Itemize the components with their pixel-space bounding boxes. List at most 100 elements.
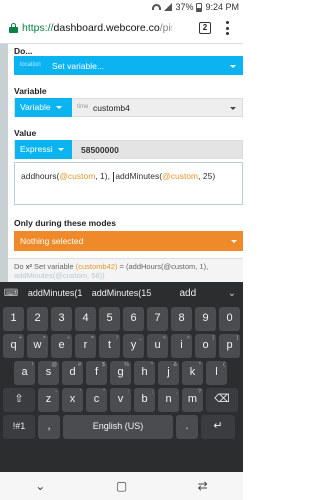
key-label: 5 xyxy=(106,312,113,324)
shift-key[interactable]: ⇧ xyxy=(3,388,35,412)
keyboard-settings-icon[interactable]: ⌨ xyxy=(0,288,22,299)
key-label: c xyxy=(93,393,100,405)
key-1[interactable]: 1 xyxy=(3,307,24,331)
key-secondary-label: ! xyxy=(31,362,33,368)
key-y[interactable]: y _ xyxy=(123,334,144,358)
comma-key[interactable]: , xyxy=(38,415,60,439)
chevron-down-icon xyxy=(55,106,62,110)
expr-end-2: , 25) xyxy=(198,171,216,181)
variable-name[interactable]: customb4 xyxy=(93,99,130,117)
key-z[interactable]: z- xyxy=(38,388,59,412)
set-variable-dropdown[interactable]: location Set variable... xyxy=(14,56,243,75)
key-h[interactable]: h ^ xyxy=(134,361,155,385)
location-prefix: location xyxy=(20,62,41,68)
key-secondary-label: + xyxy=(18,335,22,341)
key-secondary-label: @ xyxy=(51,362,57,368)
key-label: v xyxy=(117,393,124,405)
statement-x: x² xyxy=(25,262,32,271)
key-v[interactable]: v: xyxy=(110,388,131,412)
key-f[interactable]: f $ xyxy=(86,361,107,385)
key-label: m xyxy=(187,393,198,405)
key-secondary-label: % xyxy=(124,362,129,368)
key-i[interactable]: i > xyxy=(171,334,192,358)
backspace-key[interactable]: ⌫ xyxy=(206,388,238,412)
key-a[interactable]: a! xyxy=(14,361,35,385)
modes-dropdown[interactable]: Nothing selected xyxy=(14,231,243,251)
key-label: p xyxy=(226,339,233,351)
key-label: f xyxy=(94,366,99,378)
back-icon[interactable]: ⌄ xyxy=(35,479,45,493)
key-x[interactable]: x ' xyxy=(62,388,83,412)
key-label: o xyxy=(202,339,209,351)
key-label: 2 xyxy=(34,312,41,324)
value-type-button[interactable]: Expressi xyxy=(15,140,72,159)
address-bar[interactable]: https://dashboard.webcore.co/pisto xyxy=(22,22,172,34)
key-label: 6 xyxy=(130,312,137,324)
tab-switcher-button[interactable]: 2 xyxy=(199,22,211,34)
key-p[interactable]: p] xyxy=(219,334,240,358)
statement-text: Set variable xyxy=(34,262,74,271)
key-5[interactable]: 5 xyxy=(99,307,120,331)
key-7[interactable]: 7 xyxy=(147,307,168,331)
key-label: 0 xyxy=(226,312,233,324)
variable-type-label: Variable xyxy=(20,102,51,112)
expression-input[interactable]: addhours(@custom, 1), addMinutes(@custom… xyxy=(14,162,243,205)
modes-label: Only during these modes xyxy=(14,218,117,228)
collapse-icon[interactable]: ⌄ xyxy=(221,288,243,299)
symbols-key[interactable]: !#1 xyxy=(3,415,35,439)
key-e[interactable]: e ÷ xyxy=(51,334,72,358)
key-9[interactable]: 9 xyxy=(195,307,216,331)
key-l[interactable]: l( xyxy=(206,361,227,385)
battery-percent: 37% xyxy=(175,2,194,12)
suggestion-1[interactable]: addMinutes(1 xyxy=(22,288,88,298)
key-r[interactable]: r = xyxy=(75,334,96,358)
do-label: Do... xyxy=(14,46,33,56)
key-0[interactable]: 0 xyxy=(219,307,240,331)
key-secondary-label: ] xyxy=(236,335,238,341)
key-secondary-label: [ xyxy=(212,335,214,341)
key-secondary-label: & xyxy=(173,362,177,368)
key-b[interactable]: b; xyxy=(134,388,155,412)
key-8[interactable]: 8 xyxy=(171,307,192,331)
key-t[interactable]: t / xyxy=(99,334,120,358)
key-secondary-label: * xyxy=(198,362,201,368)
key-c[interactable]: c " xyxy=(86,388,107,412)
key-3[interactable]: 3 xyxy=(51,307,72,331)
key-s[interactable]: s @ xyxy=(38,361,59,385)
statement-line2: addMinutes(@custom, 58)) xyxy=(14,271,105,280)
key-4[interactable]: 4 xyxy=(75,307,96,331)
recents-icon[interactable]: ⇄ xyxy=(198,479,208,493)
chevron-down-icon xyxy=(230,65,236,68)
key-label: e xyxy=(58,339,65,351)
variable-type-button[interactable]: Variable xyxy=(15,98,72,117)
key-u[interactable]: u < xyxy=(147,334,168,358)
key-n[interactable]: n, xyxy=(158,388,179,412)
period-key[interactable]: . xyxy=(176,415,198,439)
key-label: u xyxy=(154,339,161,351)
suggestion-2[interactable]: addMinutes(15 xyxy=(88,288,154,298)
key-m[interactable]: m? xyxy=(182,388,203,412)
key-o[interactable]: o[ xyxy=(195,334,216,358)
key-6[interactable]: 6 xyxy=(123,307,144,331)
home-icon[interactable]: ▢ xyxy=(116,479,127,493)
overflow-menu-icon[interactable] xyxy=(226,21,230,35)
value-row: Expressi 58500000 xyxy=(14,140,243,159)
key-k[interactable]: k * xyxy=(182,361,203,385)
key-secondary-label: ^ xyxy=(150,362,153,368)
browser-toolbar: https://dashboard.webcore.co/pisto 2 xyxy=(0,14,243,44)
key-d[interactable]: d # xyxy=(62,361,83,385)
key-label: a xyxy=(21,366,28,378)
suggestion-3[interactable]: add xyxy=(155,288,221,299)
expr-func-1: addhours( xyxy=(21,171,60,181)
status-bar: 37% 9:24 PM xyxy=(0,0,243,14)
space-key[interactable]: English (US) xyxy=(63,415,173,439)
key-w[interactable]: w × xyxy=(27,334,48,358)
key-2[interactable]: 2 xyxy=(27,307,48,331)
key-j[interactable]: j & xyxy=(158,361,179,385)
statement-var: (customb42) xyxy=(75,262,118,271)
key-g[interactable]: g% xyxy=(110,361,131,385)
enter-key[interactable]: ↵ xyxy=(201,415,235,439)
key-secondary-label: _ xyxy=(138,335,142,341)
key-label: 1 xyxy=(10,312,17,324)
key-q[interactable]: q + xyxy=(3,334,24,358)
